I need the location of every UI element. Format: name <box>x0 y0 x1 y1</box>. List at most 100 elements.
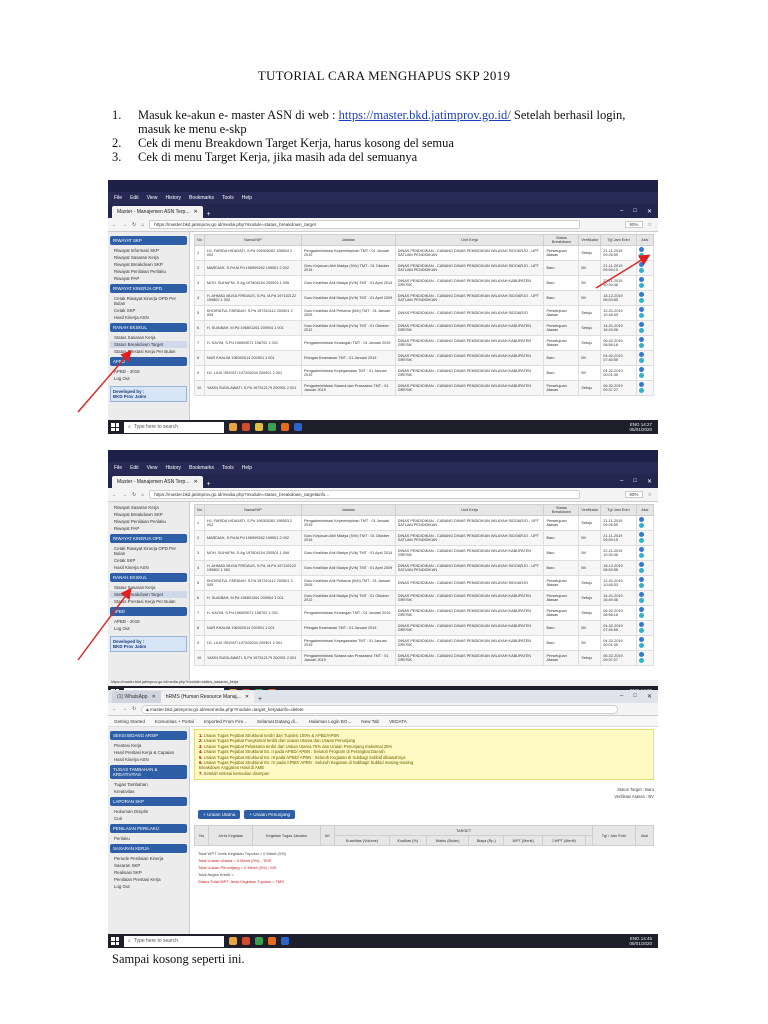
sidebar-item[interactable]: Realisasi SKP <box>110 869 187 876</box>
sidebar-item[interactable]: Penilaian Prestasi Kerja <box>110 876 187 883</box>
office-app-icon[interactable] <box>242 423 250 431</box>
app-icon[interactable] <box>255 423 263 431</box>
delete-icon[interactable] <box>638 628 644 633</box>
bookmark-item[interactable]: New Tab <box>361 719 379 724</box>
sidebar-item[interactable]: Hasil Prestasi Kerja & Capaian <box>110 749 187 756</box>
menu-bookmarks[interactable]: Bookmarks <box>189 195 214 201</box>
menu-history[interactable]: History <box>165 465 181 471</box>
bookmark-item[interactable]: Getting Started <box>114 719 145 724</box>
minimize-icon[interactable]: – <box>620 478 623 485</box>
delete-icon[interactable] <box>638 343 644 348</box>
delete-icon[interactable] <box>638 583 644 588</box>
bookmark-star-icon[interactable]: ☆ <box>648 492 652 498</box>
sidebar-item[interactable]: Cetak Riwayat Kinerja OPD Per Bulan <box>110 545 187 557</box>
sidebar-item[interactable]: Riwayat Penilaian Perilaku <box>110 518 187 525</box>
edit-icon[interactable] <box>638 367 644 372</box>
delete-icon[interactable] <box>638 568 644 573</box>
browser-tab[interactable]: Master - Manajemen ASN Terp... ✕ <box>112 206 203 218</box>
back-icon[interactable]: ← <box>112 492 117 498</box>
edit-icon[interactable] <box>638 517 644 522</box>
sidebar-heading[interactable]: TUGAS TAMBAHAN & KREATIVITAS <box>110 765 187 779</box>
sidebar-item[interactable]: Riwayat PAP <box>110 275 187 282</box>
menu-view[interactable]: View <box>147 195 158 201</box>
maximize-icon[interactable]: □ <box>633 693 637 700</box>
bookmark-item[interactable]: VEDATA <box>389 719 407 724</box>
edit-icon[interactable] <box>638 382 644 387</box>
sidebar-item[interactable]: Riwayat Sasaran Kerja <box>110 254 187 261</box>
add-uraian-utama-button[interactable]: + Uraian Utama <box>198 810 241 820</box>
delete-icon[interactable] <box>638 538 644 543</box>
firefox-app-icon[interactable] <box>281 423 289 431</box>
edit-icon[interactable] <box>638 247 644 252</box>
sidebar-item[interactable]: Status Prestasi Kerja Per Bulan <box>110 348 187 355</box>
delete-icon[interactable] <box>638 358 644 363</box>
maximize-icon[interactable]: □ <box>633 208 637 215</box>
sidebar-item[interactable]: Cetak SKP <box>110 307 187 314</box>
zoom-level[interactable]: 90% <box>625 491 643 498</box>
logout-link[interactable]: Log Out <box>110 625 187 632</box>
sidebar-heading[interactable]: RIWAYAT SKP <box>110 236 187 245</box>
new-tab-icon[interactable]: + <box>258 696 262 703</box>
delete-icon[interactable] <box>638 523 644 528</box>
taskbar-search[interactable]: ⌕Type here to search <box>124 935 224 947</box>
sidebar-item[interactable]: APBD - 2019 <box>110 618 187 625</box>
sidebar-heading[interactable]: SEKSI BIDANG ARSIP <box>110 731 187 740</box>
menu-history[interactable]: History <box>165 195 181 201</box>
close-window-icon[interactable]: ✕ <box>647 478 652 485</box>
close-window-icon[interactable]: ✕ <box>647 693 652 700</box>
edit-icon[interactable] <box>638 322 644 327</box>
reload-icon[interactable]: ↻ <box>132 222 136 228</box>
sidebar-heading[interactable]: RIWAYAT KINERJA OPD <box>110 284 187 293</box>
office-app-icon[interactable] <box>242 937 250 945</box>
menu-help[interactable]: Help <box>242 465 252 471</box>
new-tab-icon[interactable]: + <box>207 481 211 488</box>
bookmark-item[interactable]: Halaman Login BO... <box>309 719 352 724</box>
sidebar-item[interactable]: Cetak SKP <box>110 557 187 564</box>
sidebar-item-status-breakdown[interactable]: Status Breakdown Target <box>110 591 187 598</box>
menu-help[interactable]: Help <box>242 195 252 201</box>
new-tab-icon[interactable]: + <box>207 211 211 218</box>
sidebar-item[interactable]: Riwayat Breakdown SKP <box>110 511 187 518</box>
word-app-icon[interactable] <box>281 937 289 945</box>
sidebar-heading[interactable]: APBD <box>110 607 187 616</box>
edit-icon[interactable] <box>638 262 644 267</box>
edit-icon[interactable] <box>638 292 644 297</box>
hrms-tab[interactable]: hRMS (Human Resource Manaj... ✕ <box>160 691 255 703</box>
sidebar-item[interactable]: Riwayat Penilaian Perilaku <box>110 268 187 275</box>
close-icon[interactable]: ✕ <box>245 694 249 700</box>
delete-icon[interactable] <box>638 388 644 393</box>
sidebar-item[interactable]: Hukuman Disiplin <box>110 808 187 815</box>
delete-icon[interactable] <box>638 643 644 648</box>
sidebar-heading[interactable]: RANAH EKSKUL <box>110 323 187 332</box>
edit-icon[interactable] <box>638 352 644 357</box>
sidebar-item[interactable]: Status Prestasi Kerja Per Bulan <box>110 598 187 605</box>
edit-icon[interactable] <box>638 277 644 282</box>
address-bar[interactable]: 🔒︎ master.bkd.jatimprov.go.id/esemedia.p… <box>141 704 618 714</box>
add-uraian-penunjang-button[interactable]: + Uraian Penunjang <box>244 810 296 820</box>
chrome-app-icon[interactable] <box>268 423 276 431</box>
logout-link[interactable]: Log Out <box>110 883 187 890</box>
edit-icon[interactable] <box>638 607 644 612</box>
sidebar-item[interactable]: Periode Penilaian Kinerja <box>110 855 187 862</box>
menu-tools[interactable]: Tools <box>222 195 234 201</box>
bookmark-star-icon[interactable]: ☆ <box>648 222 652 228</box>
sidebar-item[interactable]: Riwayat Breakdown SKP <box>110 261 187 268</box>
delete-icon[interactable] <box>638 658 644 663</box>
menu-file[interactable]: File <box>114 195 122 201</box>
delete-icon[interactable] <box>638 313 644 318</box>
minimize-icon[interactable]: – <box>620 693 623 700</box>
menu-edit[interactable]: Edit <box>130 195 139 201</box>
sidebar-item[interactable]: Riwayat Informasi SKP <box>110 247 187 254</box>
sidebar-item[interactable]: Perilaku <box>110 835 187 842</box>
maximize-icon[interactable]: □ <box>633 478 637 485</box>
address-bar[interactable]: https://master.bkd.jatimprov.go.id/media… <box>149 220 581 229</box>
windows-start-icon[interactable] <box>111 423 119 431</box>
close-icon[interactable]: ✕ <box>193 209 197 215</box>
edit-icon[interactable] <box>638 637 644 642</box>
home-icon[interactable]: ⌂ <box>141 492 144 498</box>
sidebar-item[interactable]: Riwayat Sasaran Kerja <box>110 504 187 511</box>
sidebar-heading[interactable]: SASARAN KERJA <box>110 844 187 853</box>
sidebar-item[interactable]: Kreativitas <box>110 788 187 795</box>
sidebar-item[interactable]: Hasil Kinerja ASN <box>110 564 187 571</box>
edit-icon[interactable] <box>638 337 644 342</box>
